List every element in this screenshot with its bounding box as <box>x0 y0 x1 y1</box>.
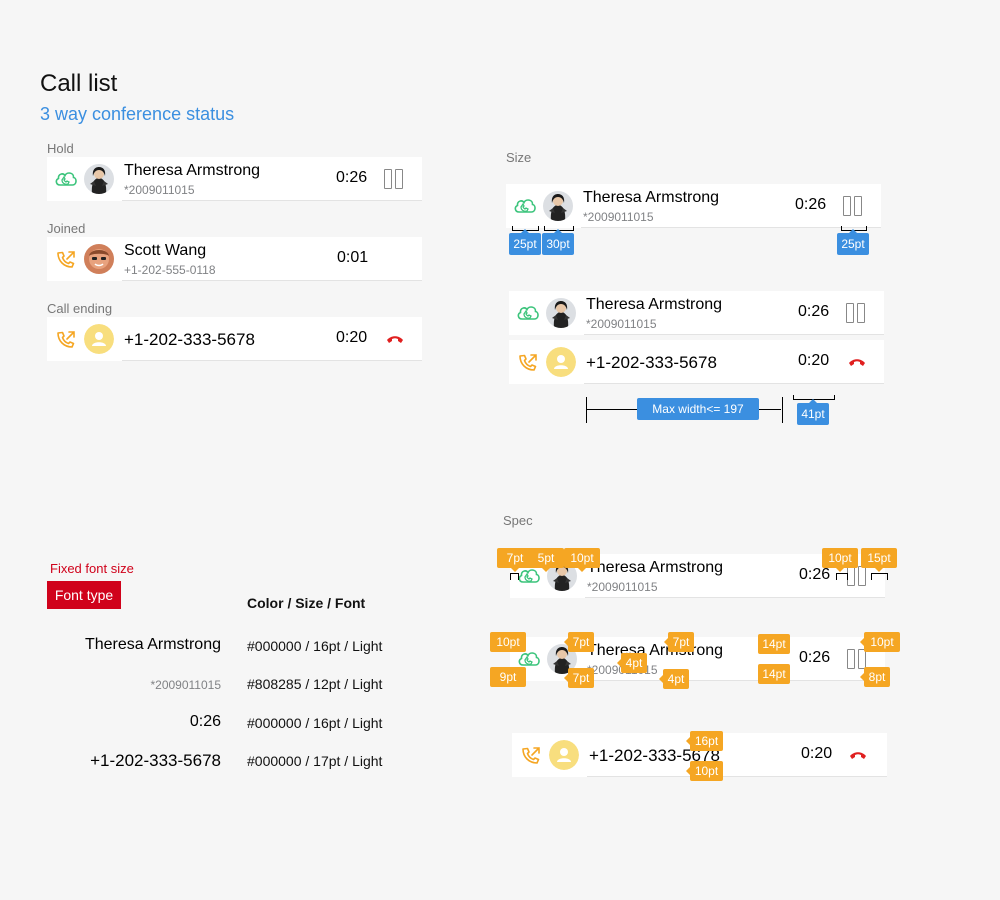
pause-icon[interactable] <box>847 566 867 586</box>
avatar <box>84 244 114 274</box>
avatar <box>543 191 573 221</box>
caller-number: +1-202-333-5678 <box>586 353 717 372</box>
section-hold-label: Hold <box>47 141 74 156</box>
caller-number: +1-202-555-0118 <box>124 263 216 277</box>
size-row-hold-2[interactable]: Theresa Armstrong *2009011015 0:26 <box>509 291 884 335</box>
call-timer: 0:20 <box>801 745 833 762</box>
time-width-tag: 41pt <box>797 399 829 425</box>
caller-number: *2009011015 <box>587 580 658 594</box>
section-size-label: Size <box>506 150 532 165</box>
call-timer: 0:26 <box>798 303 830 320</box>
call-timer: 0:20 <box>798 352 830 369</box>
spec-tag: 10pt <box>860 632 900 652</box>
call-timer: 0:20 <box>336 329 368 346</box>
font-sample-number: *2009011015 <box>150 678 221 692</box>
outgoing-call-icon <box>54 328 78 350</box>
hangup-icon[interactable] <box>849 750 867 760</box>
pause-width-tag: 25pt <box>837 229 869 255</box>
contact-placeholder-icon <box>546 347 576 377</box>
caller-name: Theresa Armstrong <box>583 189 720 206</box>
pause-icon[interactable] <box>846 303 866 323</box>
caller-number: +1-202-333-5678 <box>124 330 255 349</box>
section-call-ending-label: Call ending <box>47 301 113 316</box>
caller-name: Theresa Armstrong <box>587 559 724 576</box>
cloud-phone-icon <box>513 195 537 217</box>
cloud-phone-icon <box>54 168 78 190</box>
spec-tag: 5pt <box>528 548 564 572</box>
outgoing-call-icon <box>516 351 540 373</box>
font-sample-phone: +1-202-333-5678 <box>90 751 221 770</box>
hangup-icon[interactable] <box>386 334 404 344</box>
size-row-ending[interactable]: +1-202-333-5678 0:20 <box>509 340 884 384</box>
max-width-tag: Max width<= 197 <box>637 398 759 420</box>
spec-tag: 4pt <box>617 653 647 673</box>
font-sample-name: Theresa Armstrong <box>84 636 221 653</box>
contact-placeholder-icon <box>84 324 114 354</box>
icon-width-tag: 25pt <box>509 229 541 255</box>
call-row-hold[interactable]: Theresa Armstrong *2009011015 0:26 <box>47 157 422 201</box>
spec-tag: 8pt <box>860 667 890 687</box>
caller-name: Theresa Armstrong <box>124 162 261 179</box>
font-spec-value: #000000 / 17pt / Light <box>247 753 383 769</box>
pause-icon[interactable] <box>847 649 867 669</box>
font-sample-time: 0:26 <box>189 713 221 730</box>
caller-number: *2009011015 <box>583 210 654 224</box>
call-timer: 0:26 <box>336 169 368 186</box>
section-joined-label: Joined <box>47 221 86 236</box>
spec-tag: 15pt <box>861 548 897 572</box>
call-row-ending[interactable]: +1-202-333-5678 0:20 <box>47 317 422 361</box>
spec-tag: 10pt <box>564 548 600 572</box>
spec-tag: 10pt <box>822 548 858 572</box>
spec-tag: 7pt <box>664 632 694 652</box>
outgoing-call-icon <box>54 248 78 270</box>
caller-number: *2009011015 <box>586 317 657 331</box>
call-timer: 0:26 <box>795 196 827 213</box>
call-timer: 0:26 <box>799 566 831 583</box>
spec-tag: 7pt <box>564 668 594 688</box>
avatar <box>546 298 576 328</box>
section-spec-label: Spec <box>503 513 533 528</box>
pause-icon[interactable] <box>843 196 863 216</box>
caller-name: Theresa Armstrong <box>587 642 724 659</box>
font-spec-value: #000000 / 16pt / Light <box>247 715 383 731</box>
avatar <box>84 164 114 194</box>
pause-icon[interactable] <box>384 169 404 189</box>
spec-tag: 14pt <box>758 664 790 684</box>
spec-tag: 16pt <box>686 731 723 751</box>
avatar-width-tag: 30pt <box>542 229 574 255</box>
cloud-phone-icon <box>516 302 540 324</box>
caller-name: Scott Wang <box>124 242 207 259</box>
page-subtitle: 3 way conference status <box>40 104 235 124</box>
caller-name: Theresa Armstrong <box>586 296 723 313</box>
call-row-joined[interactable]: Scott Wang +1-202-555-0118 0:01 <box>47 237 422 281</box>
cloud-phone-icon <box>517 565 541 587</box>
spec-tag: 14pt <box>758 634 790 654</box>
font-type-button[interactable]: Font type <box>47 581 121 609</box>
spec-tag: 7pt <box>564 632 594 652</box>
call-timer: 0:01 <box>337 249 369 266</box>
font-spec-column-head: Color / Size / Font <box>247 595 366 611</box>
spec-tag: 9pt <box>490 667 526 687</box>
page-title: Call list <box>40 70 118 97</box>
font-spec-value: #808285 / 12pt / Light <box>247 676 383 692</box>
font-spec-value: #000000 / 16pt / Light <box>247 638 383 654</box>
outgoing-call-icon <box>519 744 543 766</box>
size-row-hold[interactable]: Theresa Armstrong *2009011015 0:26 <box>506 184 881 228</box>
call-timer: 0:26 <box>799 649 831 666</box>
spec-tag: 4pt <box>659 669 689 689</box>
hangup-icon[interactable] <box>848 357 866 367</box>
fixed-font-size-label: Fixed font size <box>50 561 134 576</box>
contact-placeholder-icon <box>549 740 579 770</box>
spec-tag: 10pt <box>490 632 526 652</box>
spec-tag: 10pt <box>686 761 723 781</box>
caller-number: *2009011015 <box>124 183 195 197</box>
